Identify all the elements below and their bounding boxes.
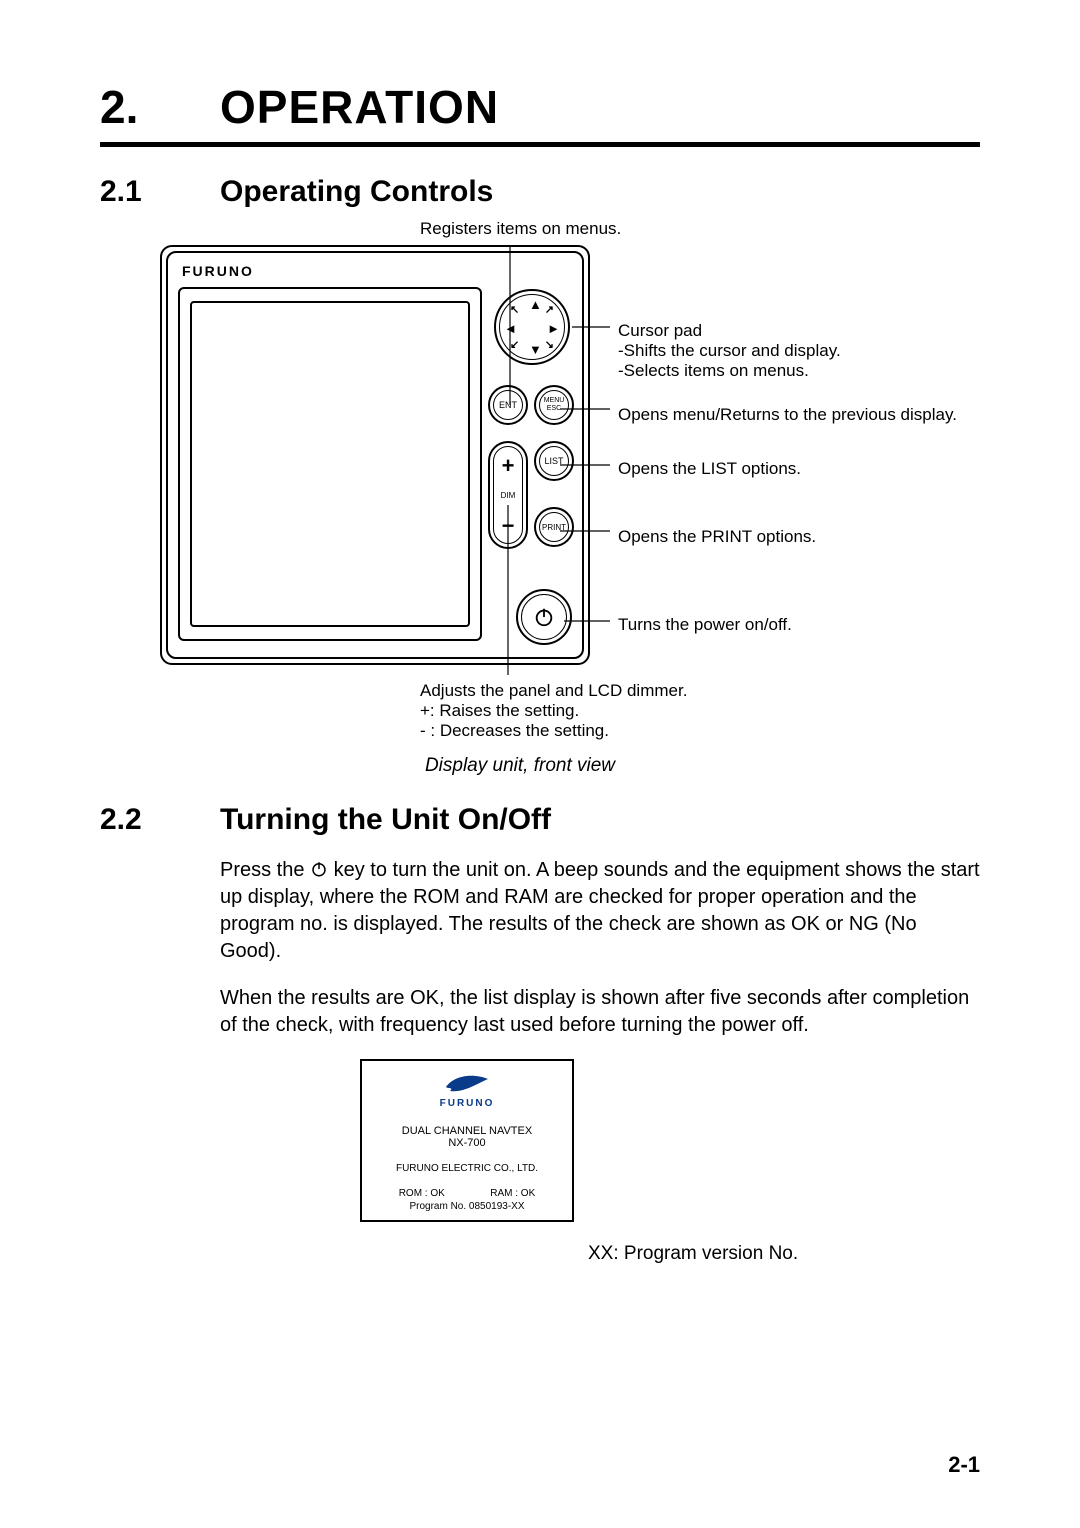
- startup-model: NX-700: [362, 1137, 572, 1149]
- callout-text: +: Raises the setting.: [420, 701, 980, 721]
- startup-romram: ROM : OK RAM : OK: [362, 1188, 572, 1199]
- callout-dim: Adjusts the panel and LCD dimmer. +: Rai…: [420, 681, 980, 741]
- menu-label: MENU ESC: [544, 397, 565, 413]
- startup-program-no: Program No. 0850193-XX: [362, 1199, 572, 1220]
- heading-rule: [100, 142, 980, 147]
- cursor-pad[interactable]: ▲ ▼ ◄ ► ↖ ↗ ↙ ↘: [494, 289, 570, 365]
- section-number: 2.1: [100, 175, 220, 209]
- list-label: LIST: [544, 456, 563, 466]
- startup-company: FURUNO ELECTRIC CO., LTD.: [362, 1163, 572, 1188]
- menu-esc-button[interactable]: MENU ESC: [534, 385, 574, 425]
- menu-label-top: MENU: [544, 397, 565, 404]
- brand-label: FURUNO: [182, 263, 254, 279]
- paragraph: When the results are OK, the list displa…: [220, 985, 980, 1039]
- ent-label: ENT: [499, 400, 517, 410]
- body-paragraphs: Press the key to turn the unit on. A bee…: [220, 857, 980, 1039]
- startup-note: XX: Program version No.: [588, 1243, 798, 1265]
- list-button[interactable]: LIST: [534, 441, 574, 481]
- dim-label: DIM: [490, 491, 526, 500]
- arrow-right-icon: ►: [547, 321, 560, 336]
- arrow-diag-icon: ↗: [545, 303, 554, 316]
- arrow-diag-icon: ↙: [510, 338, 519, 351]
- print-button[interactable]: PRINT: [534, 507, 574, 547]
- chapter-number: 2.: [100, 80, 220, 134]
- startup-figure: FURUNO DUAL CHANNEL NAVTEX NX-700 FURUNO…: [360, 1059, 880, 1222]
- callout-cursor-pad: Cursor pad -Shifts the cursor and displa…: [618, 321, 841, 381]
- plus-icon: +: [490, 453, 526, 479]
- callout-list: Opens the LIST options.: [618, 459, 801, 479]
- manual-page: 2. OPERATION 2.1 Operating Controls Regi…: [0, 0, 1080, 1528]
- device-front-view: FURUNO ▲ ▼ ◄ ► ↖ ↗ ↙ ↘ ENT: [160, 245, 590, 665]
- arrow-up-icon: ▲: [529, 297, 542, 312]
- fish-icon: [362, 1073, 572, 1098]
- ram-status: RAM : OK: [490, 1188, 535, 1199]
- callout-power: Turns the power on/off.: [618, 615, 792, 635]
- figure-caption: Display unit, front view: [60, 755, 980, 777]
- chapter-heading: 2. OPERATION: [100, 80, 980, 134]
- callout-text: - : Decreases the setting.: [420, 721, 980, 741]
- section-heading-2-1: 2.1 Operating Controls: [100, 175, 980, 209]
- startup-logo: FURUNO: [362, 1061, 572, 1115]
- startup-screen: FURUNO DUAL CHANNEL NAVTEX NX-700 FURUNO…: [360, 1059, 574, 1222]
- callout-print: Opens the PRINT options.: [618, 527, 816, 547]
- power-icon: [310, 860, 328, 878]
- control-column: ▲ ▼ ◄ ► ↖ ↗ ↙ ↘ ENT MENU ESC: [484, 289, 576, 653]
- callout-text: -Shifts the cursor and display.: [618, 341, 841, 361]
- menu-label-bot: ESC: [547, 405, 561, 412]
- startup-brand: FURUNO: [362, 1098, 572, 1109]
- section-number: 2.2: [100, 803, 220, 837]
- arrow-diag-icon: ↘: [545, 338, 554, 351]
- paragraph: Press the key to turn the unit on. A bee…: [220, 857, 980, 965]
- callout-text: Turns the power on/off.: [618, 615, 792, 634]
- arrow-down-icon: ▼: [529, 342, 542, 357]
- power-icon: [533, 606, 555, 628]
- startup-title: DUAL CHANNEL NAVTEX NX-700: [362, 1115, 572, 1163]
- section-title: Operating Controls: [220, 175, 493, 209]
- callout-text: Cursor pad: [618, 321, 841, 341]
- power-button[interactable]: [516, 589, 572, 645]
- arrow-diag-icon: ↖: [510, 303, 519, 316]
- callout-text: Opens the LIST options.: [618, 459, 801, 478]
- body-text: key to turn the unit on. A beep sounds a…: [220, 859, 980, 962]
- section-title: Turning the Unit On/Off: [220, 803, 551, 837]
- chapter-title: OPERATION: [220, 80, 499, 134]
- print-label: PRINT: [542, 523, 566, 532]
- callout-ent: Registers items on menus.: [420, 219, 980, 239]
- ent-button[interactable]: ENT: [488, 385, 528, 425]
- callout-text: -Selects items on menus.: [618, 361, 841, 381]
- callout-menu: Opens menu/Returns to the previous displ…: [618, 405, 957, 425]
- minus-icon: −: [490, 513, 526, 539]
- arrow-left-icon: ◄: [504, 321, 517, 336]
- callout-text: Opens menu/Returns to the previous displ…: [618, 405, 957, 424]
- rom-status: ROM : OK: [399, 1188, 445, 1199]
- section-heading-2-2: 2.2 Turning the Unit On/Off: [100, 803, 980, 837]
- callout-text: Adjusts the panel and LCD dimmer.: [420, 681, 980, 701]
- callout-text: Opens the PRINT options.: [618, 527, 816, 546]
- screen: [190, 301, 470, 627]
- page-number: 2-1: [948, 1452, 980, 1478]
- dim-rocker[interactable]: + DIM −: [488, 441, 528, 549]
- panel-diagram: FURUNO ▲ ▼ ◄ ► ↖ ↗ ↙ ↘ ENT: [160, 245, 980, 675]
- startup-title-line: DUAL CHANNEL NAVTEX: [362, 1125, 572, 1137]
- body-text: Press the: [220, 859, 310, 881]
